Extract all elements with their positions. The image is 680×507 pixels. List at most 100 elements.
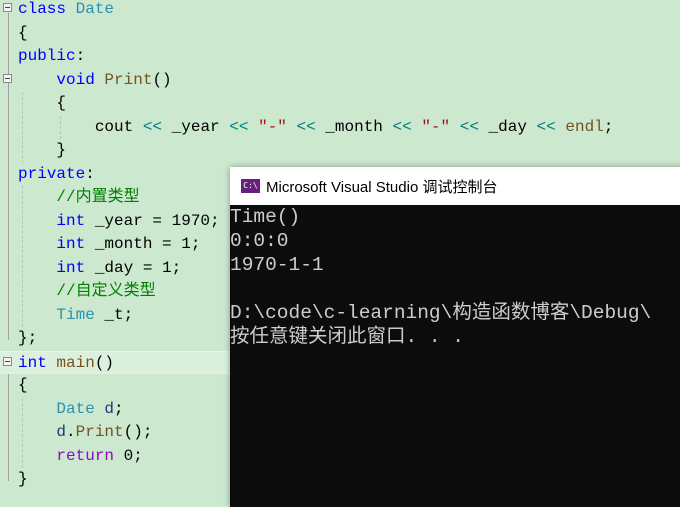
console-title-bar[interactable]: C:\ Microsoft Visual Studio 调试控制台	[230, 167, 680, 205]
code-token: ;	[133, 446, 143, 465]
code-token: _month = 1;	[94, 235, 201, 253]
console-output-line: D:\code\c-learning\构造函数博客\Debug\	[230, 302, 652, 324]
code-token: {	[18, 94, 67, 112]
code-token: 0	[123, 446, 134, 465]
code-token: class	[18, 0, 76, 18]
code-token: int	[56, 258, 95, 277]
code-text: //自定义类型	[18, 280, 156, 304]
code-token: private	[18, 164, 86, 183]
code-token: <<	[392, 117, 422, 136]
code-token: {	[18, 376, 28, 394]
code-line[interactable]: class Date	[0, 0, 680, 22]
console-output-line: 按任意键关闭此窗口. . .	[230, 326, 465, 348]
code-line[interactable]: cout << _year << "-" << _month << "-" <<…	[0, 116, 680, 140]
code-token: int	[56, 211, 95, 230]
code-text: d.Print();	[18, 421, 152, 445]
code-line[interactable]: public:	[0, 45, 680, 69]
code-text: int _month = 1;	[18, 233, 200, 257]
code-token: <<	[459, 117, 489, 136]
code-text: };	[18, 327, 37, 351]
console-output-line: Time()	[230, 206, 301, 228]
code-text: {	[18, 374, 28, 398]
collapse-icon[interactable]	[3, 356, 12, 366]
code-text: return 0;	[18, 445, 143, 469]
code-token: return	[56, 446, 124, 465]
code-token: ();	[123, 423, 153, 441]
code-text: {	[18, 92, 66, 116]
code-token: ()	[94, 353, 115, 372]
code-token: _year	[171, 117, 230, 136]
code-token: <<	[229, 117, 259, 136]
code-token: _year = 1970;	[94, 211, 220, 230]
code-text: }	[18, 139, 66, 163]
collapse-icon[interactable]	[3, 73, 12, 83]
code-token: }	[18, 141, 67, 159]
code-token: d	[56, 423, 67, 441]
code-text: int _year = 1970;	[18, 210, 220, 234]
code-line[interactable]: void Print()	[0, 69, 680, 93]
code-text: Time _t;	[18, 304, 133, 328]
code-token: Date	[56, 399, 105, 418]
code-token: int	[18, 353, 57, 372]
code-text: cout << _year << "-" << _month << "-" <<…	[18, 116, 614, 140]
code-token: void	[56, 70, 105, 89]
code-token: "-"	[421, 117, 460, 136]
code-text: {	[18, 22, 28, 46]
code-token: .	[66, 423, 76, 441]
code-token: _month	[325, 117, 393, 136]
code-line[interactable]: }	[0, 139, 680, 163]
code-token: //自定义类型	[56, 282, 156, 300]
collapse-icon[interactable]	[3, 3, 12, 12]
code-token: int	[56, 235, 95, 253]
console-output: Time() 0:0:0 1970-1-1 D:\code\c-learning\构造…	[230, 205, 680, 349]
code-token: main	[56, 353, 95, 372]
code-line[interactable]: {	[0, 22, 680, 46]
console-output-line: 0:0:0	[230, 230, 289, 252]
code-token: Print	[104, 70, 153, 89]
code-line[interactable]: {	[0, 92, 680, 116]
code-text: Date d;	[18, 398, 124, 422]
code-token: :	[75, 47, 86, 65]
code-token: <<	[142, 117, 172, 136]
debug-console-window[interactable]: C:\ Microsoft Visual Studio 调试控制台 Time()…	[230, 167, 680, 507]
code-token: _t;	[104, 305, 134, 324]
code-token: "-"	[258, 117, 297, 136]
code-token: }	[18, 470, 28, 488]
code-token: {	[18, 23, 28, 42]
console-output-line: 1970-1-1	[230, 254, 324, 276]
console-title: Microsoft Visual Studio 调试控制台	[266, 178, 498, 196]
code-token: public	[18, 47, 76, 65]
code-token: ;	[603, 117, 614, 136]
code-token: Date	[75, 0, 115, 18]
code-token: _day	[488, 117, 537, 136]
code-text: }	[18, 468, 28, 492]
code-text: //内置类型	[18, 186, 140, 210]
code-token: <<	[536, 117, 566, 136]
code-text: void Print()	[18, 69, 172, 93]
code-token: Print	[75, 423, 124, 441]
code-token: cout	[18, 117, 143, 136]
code-token: ()	[152, 70, 172, 89]
code-token: <<	[296, 117, 326, 136]
code-text: private:	[18, 163, 95, 187]
code-text: int _day = 1;	[18, 257, 181, 281]
code-token: //内置类型	[56, 188, 140, 206]
console-app-icon: C:\	[241, 179, 260, 193]
code-token: Time	[56, 305, 105, 324]
code-text: class Date	[18, 0, 114, 22]
code-text: int main()	[18, 352, 114, 376]
code-token: _day = 1;	[94, 258, 182, 277]
code-text: public:	[18, 45, 85, 69]
code-token: ;	[114, 399, 124, 418]
